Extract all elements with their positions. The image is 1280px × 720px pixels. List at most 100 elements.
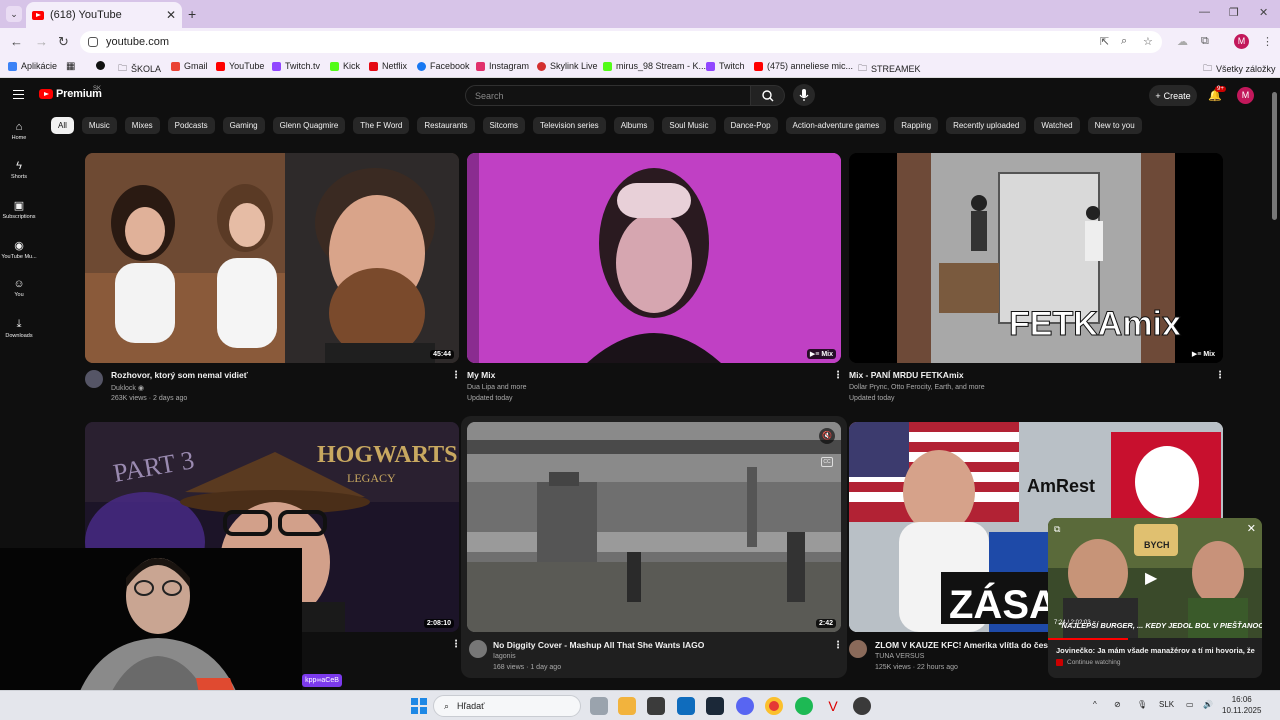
display-icon[interactable]: ▭	[1186, 700, 1194, 709]
voice-search-button[interactable]	[793, 84, 815, 106]
expand-icon[interactable]: ⧉	[1054, 524, 1060, 535]
mute-icon[interactable]: 🔇	[819, 428, 835, 444]
spotify-icon[interactable]	[795, 697, 813, 715]
more-actions-icon[interactable]: ⋮	[451, 639, 461, 650]
bookmark-skylink[interactable]: Skylink Live	[537, 61, 598, 71]
language-indicator[interactable]: SLK	[1159, 700, 1174, 709]
bookmark-gmail[interactable]: Gmail	[171, 61, 208, 71]
chip-watched[interactable]: Watched	[1034, 117, 1080, 134]
video-title[interactable]: ZLOM V KAUZE KFC! Amerika vlítla do česk…	[875, 640, 1057, 650]
bookmark-anneliese[interactable]: (475) anneliese mic...	[754, 61, 853, 71]
chip-music[interactable]: Music	[81, 117, 117, 134]
miniplayer-progress-bar[interactable]	[1048, 638, 1128, 640]
all-bookmarks[interactable]: 🗀 Všetky záložky	[1203, 61, 1276, 77]
close-window-icon[interactable]: ✕	[1259, 6, 1268, 19]
show-hidden-icons-icon[interactable]: ^	[1093, 700, 1097, 709]
channel-avatar[interactable]	[849, 640, 867, 658]
miniplayer-title[interactable]: Jovinečko: Ja mám všade manažérov a tí m…	[1056, 646, 1256, 655]
extension-icon[interactable]: ☁	[1177, 35, 1188, 48]
address-bar[interactable]: youtube.com	[80, 31, 1162, 53]
browser-menu-icon[interactable]: ⋮	[1262, 35, 1273, 48]
miniplayer[interactable]: BYCH "NAJLEPŠÍ BURGER, ... KEDY JEDOL BO…	[1048, 518, 1262, 678]
bookmark-facebook[interactable]: Facebook	[417, 61, 470, 71]
minimize-icon[interactable]: —	[1199, 6, 1210, 18]
microphone-tray-icon[interactable]: 🎙	[1137, 700, 1147, 709]
chrome-icon[interactable]	[765, 697, 783, 715]
guide-subscriptions[interactable]: ▣ Subscriptions	[0, 199, 38, 220]
chip-glenn-quagmire[interactable]: Glenn Quagmire	[272, 117, 346, 134]
windows-start-icon[interactable]	[411, 698, 427, 714]
chip-the-f-word[interactable]: The F Word	[353, 117, 410, 134]
guide-you[interactable]: ☺ You	[0, 278, 38, 298]
more-actions-icon[interactable]: ⋮	[833, 370, 843, 381]
menu-icon[interactable]	[13, 90, 24, 99]
profile-avatar[interactable]: M	[1234, 34, 1249, 49]
install-app-icon[interactable]: ⇱	[1100, 35, 1109, 48]
channel-name[interactable]: Iagonis	[493, 653, 516, 660]
video-thumbnail[interactable]: FETKAmix ▶≡ Mix	[849, 153, 1223, 363]
more-actions-icon[interactable]: ⋮	[1215, 370, 1225, 381]
bookmark-youtube[interactable]: YouTube	[216, 61, 264, 71]
bookmark-mirus-stream[interactable]: mirus_98 Stream - K...	[603, 61, 706, 71]
file-explorer-icon[interactable]	[618, 697, 636, 715]
channel-name[interactable]: Duklock ◉	[111, 384, 144, 392]
guide-home[interactable]: ⌂ Home	[0, 121, 38, 141]
restore-icon[interactable]: ❐	[1229, 6, 1239, 19]
back-icon[interactable]: ←	[10, 34, 23, 49]
chip-mixes[interactable]: Mixes	[124, 117, 160, 134]
steam-icon[interactable]	[706, 697, 724, 715]
bookmark-kick[interactable]: Kick	[330, 61, 360, 71]
store-icon[interactable]	[647, 697, 665, 715]
chip-dance-pop[interactable]: Dance-Pop	[723, 117, 778, 134]
video-thumbnail[interactable]: ▶≡ Mix	[467, 153, 841, 363]
chip-soul-music[interactable]: Soul Music	[662, 117, 716, 134]
site-info-icon[interactable]	[88, 37, 98, 47]
more-actions-icon[interactable]: ⋮	[833, 640, 843, 651]
chip-gaming[interactable]: Gaming	[222, 117, 265, 134]
channel-name[interactable]: Dollar Prync, Otto Ferocity, Earth, and …	[849, 384, 985, 391]
close-tab-icon[interactable]: ✕	[166, 8, 176, 22]
obs-icon[interactable]	[853, 697, 871, 715]
account-avatar[interactable]: M	[1237, 87, 1254, 104]
volume-icon[interactable]: 🔊	[1203, 700, 1213, 709]
video-thumbnail[interactable]: 45:44	[85, 153, 459, 363]
chip-all[interactable]: All	[51, 117, 74, 134]
video-thumbnail[interactable]: 🔇 CC 2:42	[467, 422, 841, 632]
guide-shorts[interactable]: ϟ Shorts	[0, 160, 38, 180]
video-title[interactable]: Mix - PANÍ MRDU FETKAmix	[849, 370, 964, 380]
channel-name[interactable]: Dua Lipa and more	[467, 384, 527, 391]
task-view-icon[interactable]	[590, 697, 608, 715]
tab-search-chevron-icon[interactable]: ⌄	[6, 6, 22, 22]
chip-action-adventure-games[interactable]: Action-adventure games	[785, 117, 887, 134]
chip-restaurants[interactable]: Restaurants	[417, 117, 475, 134]
video-title[interactable]: Rozhovor, ktorý som nemal vidieť	[111, 370, 248, 380]
browser-tab[interactable]: (618) YouTube ✕	[26, 2, 182, 28]
youtube-logo-icon[interactable]	[39, 89, 53, 99]
more-actions-icon[interactable]: ⋮	[451, 370, 461, 381]
video-title[interactable]: My Mix	[467, 370, 495, 380]
video-title[interactable]: No Diggity Cover - Mashup All That She W…	[493, 640, 704, 650]
chip-television-series[interactable]: Television series	[532, 117, 606, 134]
taskbar-search[interactable]: ⌕ Hľadať	[433, 695, 581, 717]
chip-new-to-you[interactable]: New to you	[1087, 117, 1142, 134]
reload-icon[interactable]: ↻	[58, 34, 69, 50]
outlook-icon[interactable]	[677, 697, 695, 715]
channel-name[interactable]: TUNA VERSUS	[875, 653, 924, 660]
chip-albums[interactable]: Albums	[613, 117, 655, 134]
close-miniplayer-icon[interactable]: ✕	[1247, 522, 1256, 535]
discord-icon[interactable]	[736, 697, 754, 715]
search-button[interactable]	[751, 85, 785, 106]
play-icon[interactable]: ▶	[1145, 568, 1157, 588]
page-scrollbar-thumb[interactable]	[1272, 92, 1277, 220]
bookmark-apps[interactable]: Aplikácie	[8, 61, 57, 71]
captions-icon[interactable]: CC	[821, 457, 833, 467]
bookmark-github-icon[interactable]	[96, 61, 109, 70]
channel-avatar[interactable]	[469, 640, 487, 658]
valorant-icon[interactable]: V	[824, 697, 842, 715]
miniplayer-video[interactable]: BYCH "NAJLEPŠÍ BURGER, ... KEDY JEDOL BO…	[1048, 518, 1262, 638]
guide-downloads[interactable]: ⤓ Downloads	[0, 318, 38, 339]
chip-recently-uploaded[interactable]: Recently uploaded	[946, 117, 1027, 134]
bookmark-skola[interactable]: 🗀 ŠKOLA	[118, 61, 161, 77]
new-tab-icon[interactable]: +	[188, 6, 196, 22]
extensions-puzzle-icon[interactable]: ⧉	[1201, 35, 1209, 48]
